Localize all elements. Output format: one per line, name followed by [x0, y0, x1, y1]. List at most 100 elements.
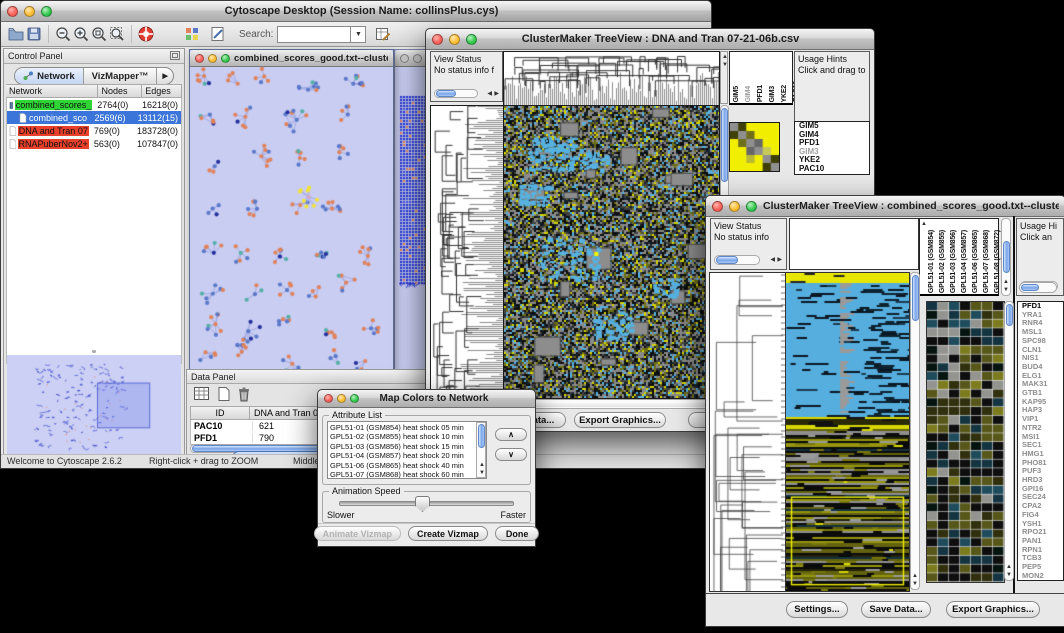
panel-icon[interactable]	[183, 25, 201, 43]
done-button[interactable]: Done	[495, 526, 540, 541]
open-folder-icon[interactable]	[7, 25, 25, 43]
attribute-list-item[interactable]: GPL51-02 (GSM855) heat shock 10 min	[328, 432, 486, 441]
zoom-selected-icon[interactable]	[90, 25, 108, 43]
settings-button[interactable]: Settings...	[786, 601, 848, 618]
attribute-list-item[interactable]: GPL51-03 (GSM856) heat shock 15 min	[328, 442, 486, 451]
treeview1-titlebar[interactable]: ClusterMaker TreeView : DNA and Tran 07-…	[426, 29, 874, 50]
save-icon[interactable]	[25, 25, 43, 43]
view-status-scrollbar[interactable]	[434, 89, 478, 98]
close-button[interactable]	[432, 34, 443, 45]
help-icon[interactable]	[137, 25, 155, 43]
network-view-canvas[interactable]	[190, 67, 391, 369]
column-dendrogram-canvas[interactable]	[503, 51, 720, 106]
zoom-button[interactable]	[41, 6, 52, 17]
zoom-in-icon[interactable]	[72, 25, 90, 43]
tab-overflow-button[interactable]: ▶	[157, 68, 172, 84]
scroll-right-icon[interactable]: ▶	[777, 257, 782, 263]
scroll-left-icon[interactable]: ◀	[770, 257, 775, 263]
global-heatmap-canvas[interactable]	[503, 105, 720, 399]
zoom-button[interactable]	[746, 201, 757, 212]
minimize-button[interactable]	[337, 394, 346, 403]
column-label[interactable]: GPL51-07 (GSM868)	[982, 230, 991, 293]
dialog-titlebar[interactable]: Map Colors to Network	[318, 390, 535, 408]
minimize-button[interactable]	[729, 201, 740, 212]
genelist-hscrollbar[interactable]	[1019, 282, 1057, 293]
column-label[interactable]: GPL51-06 (GSM865)	[971, 230, 980, 293]
mini-scroll-strip[interactable]: ▲▼	[720, 51, 728, 104]
annotation-icon[interactable]	[209, 25, 227, 43]
control-panel: Control Panel Network VizMapper™ ▶ Netwo…	[3, 48, 185, 462]
column-label[interactable]: GPL51-02 (GSM855)	[938, 230, 947, 293]
cytoscape-titlebar[interactable]: Cytoscape Desktop (Session Name: collins…	[1, 1, 711, 22]
selected-cluster-heatmap-canvas[interactable]	[729, 122, 780, 172]
delete-attribute-icon[interactable]	[237, 386, 251, 407]
column-label[interactable]: GIM3	[768, 86, 777, 102]
zoomed-heatmap-canvas[interactable]	[926, 301, 1005, 583]
row-dendrogram-canvas[interactable]	[709, 272, 786, 592]
select-attributes-icon[interactable]	[193, 386, 211, 407]
birdseye-view-canvas[interactable]	[7, 355, 181, 459]
gene-label[interactable]: MON2	[1020, 572, 1063, 581]
detail-vscrollbar[interactable]: ▲▼	[1004, 301, 1014, 581]
treeview2-column-dendrogram-area[interactable]	[789, 218, 919, 270]
column-label[interactable]: GPL51-04 (GSM857)	[960, 230, 969, 293]
attribute-browser-icon[interactable]	[374, 25, 392, 43]
create-attribute-icon[interactable]	[217, 386, 231, 407]
minimize-button[interactable]	[24, 6, 35, 17]
close-button[interactable]	[7, 6, 18, 17]
animate-vizmap-button[interactable]: Animate Vizmap	[314, 526, 401, 541]
scroll-right-icon[interactable]: ▶	[494, 91, 499, 97]
save-data-button[interactable]: Save Data...	[861, 601, 931, 618]
minimize-button[interactable]	[449, 34, 460, 45]
panel-divider[interactable]	[6, 349, 182, 354]
attribute-list-item[interactable]: GPL51-07 (GSM868) heat shock 60 min	[328, 470, 486, 479]
column-label[interactable]: PFD1	[756, 85, 765, 102]
column-labels-scrollbar[interactable]: ▲▼	[1001, 218, 1011, 296]
close-button[interactable]	[324, 394, 333, 403]
export-graphics-button[interactable]: Export Graphics...	[946, 601, 1040, 618]
export-graphics-button[interactable]: Export Graphics...	[574, 412, 666, 428]
create-vizmap-button[interactable]: Create Vizmap	[408, 526, 488, 541]
scroll-left-icon[interactable]: ◀	[487, 91, 492, 97]
minimize-icon[interactable]	[208, 54, 217, 63]
zoom-out-icon[interactable]	[54, 25, 72, 43]
column-label[interactable]: YKE2	[780, 85, 789, 103]
close-button[interactable]	[712, 201, 723, 212]
column-label[interactable]: GPL51-03 (GSM856)	[949, 230, 958, 293]
column-label[interactable]: GIM5	[732, 86, 741, 102]
network-row[interactable]: RNAPuberNov2+ 563(0) 107847(0)	[7, 137, 181, 150]
zoom-icon[interactable]	[221, 54, 230, 63]
network-row-selected[interactable]: combined_sco 2569(6) 13112(15)	[7, 111, 181, 124]
close-icon[interactable]	[195, 54, 204, 63]
network-row[interactable]: combined_scores_ 2764(0) 16218(0)	[7, 98, 181, 111]
attribute-list-item[interactable]: GPL51-06 (GSM865) heat shock 40 min	[328, 461, 486, 470]
search-input[interactable]	[277, 26, 351, 43]
tab-network[interactable]: Network	[15, 68, 83, 84]
speed-slider-thumb[interactable]	[415, 496, 430, 512]
gene-label[interactable]: PAC10	[797, 165, 869, 174]
treeview2-titlebar[interactable]: ClusterMaker TreeView : combined_scores_…	[706, 196, 1064, 217]
view-status-scrollbar[interactable]	[714, 255, 760, 265]
zoom-button[interactable]	[350, 394, 359, 403]
zoom-button[interactable]	[466, 34, 477, 45]
row-dendrogram-canvas[interactable]	[430, 105, 505, 399]
search-dropdown[interactable]: ▼	[351, 26, 366, 43]
usage-hints-title: Usage Hints	[798, 54, 866, 65]
attribute-list-scrollbar[interactable]: ▲▼	[476, 422, 486, 478]
global-heatmap-canvas[interactable]	[785, 272, 910, 592]
zoom-fit-icon[interactable]	[108, 25, 126, 43]
overview-vscrollbar[interactable]: ▲▼	[910, 272, 920, 590]
move-up-button[interactable]: ∧	[495, 428, 527, 441]
network-row[interactable]: DNA and Tran 07 769(0) 183728(0)	[7, 124, 181, 137]
attribute-list-item[interactable]: GPL51-01 (GSM854) heat shock 05 min	[328, 423, 486, 432]
attribute-list-item[interactable]: GPL51-04 (GSM857) heat shock 20 min	[328, 451, 486, 460]
column-label[interactable]: GIM4	[744, 86, 753, 102]
float-panel-icon[interactable]	[170, 47, 180, 65]
move-down-button[interactable]: ∨	[495, 448, 527, 461]
tab-vizmapper[interactable]: VizMapper™	[84, 68, 158, 84]
column-label[interactable]: GPL51-01 (GSM854)	[927, 230, 936, 293]
attribute-listbox[interactable]: GPL51-01 (GSM854) heat shock 05 minGPL51…	[327, 421, 487, 479]
close-icon[interactable]	[400, 54, 409, 63]
minimize-icon[interactable]	[413, 54, 422, 63]
network-window-1-titlebar[interactable]: combined_scores_good.txt--cluste...	[190, 50, 393, 67]
